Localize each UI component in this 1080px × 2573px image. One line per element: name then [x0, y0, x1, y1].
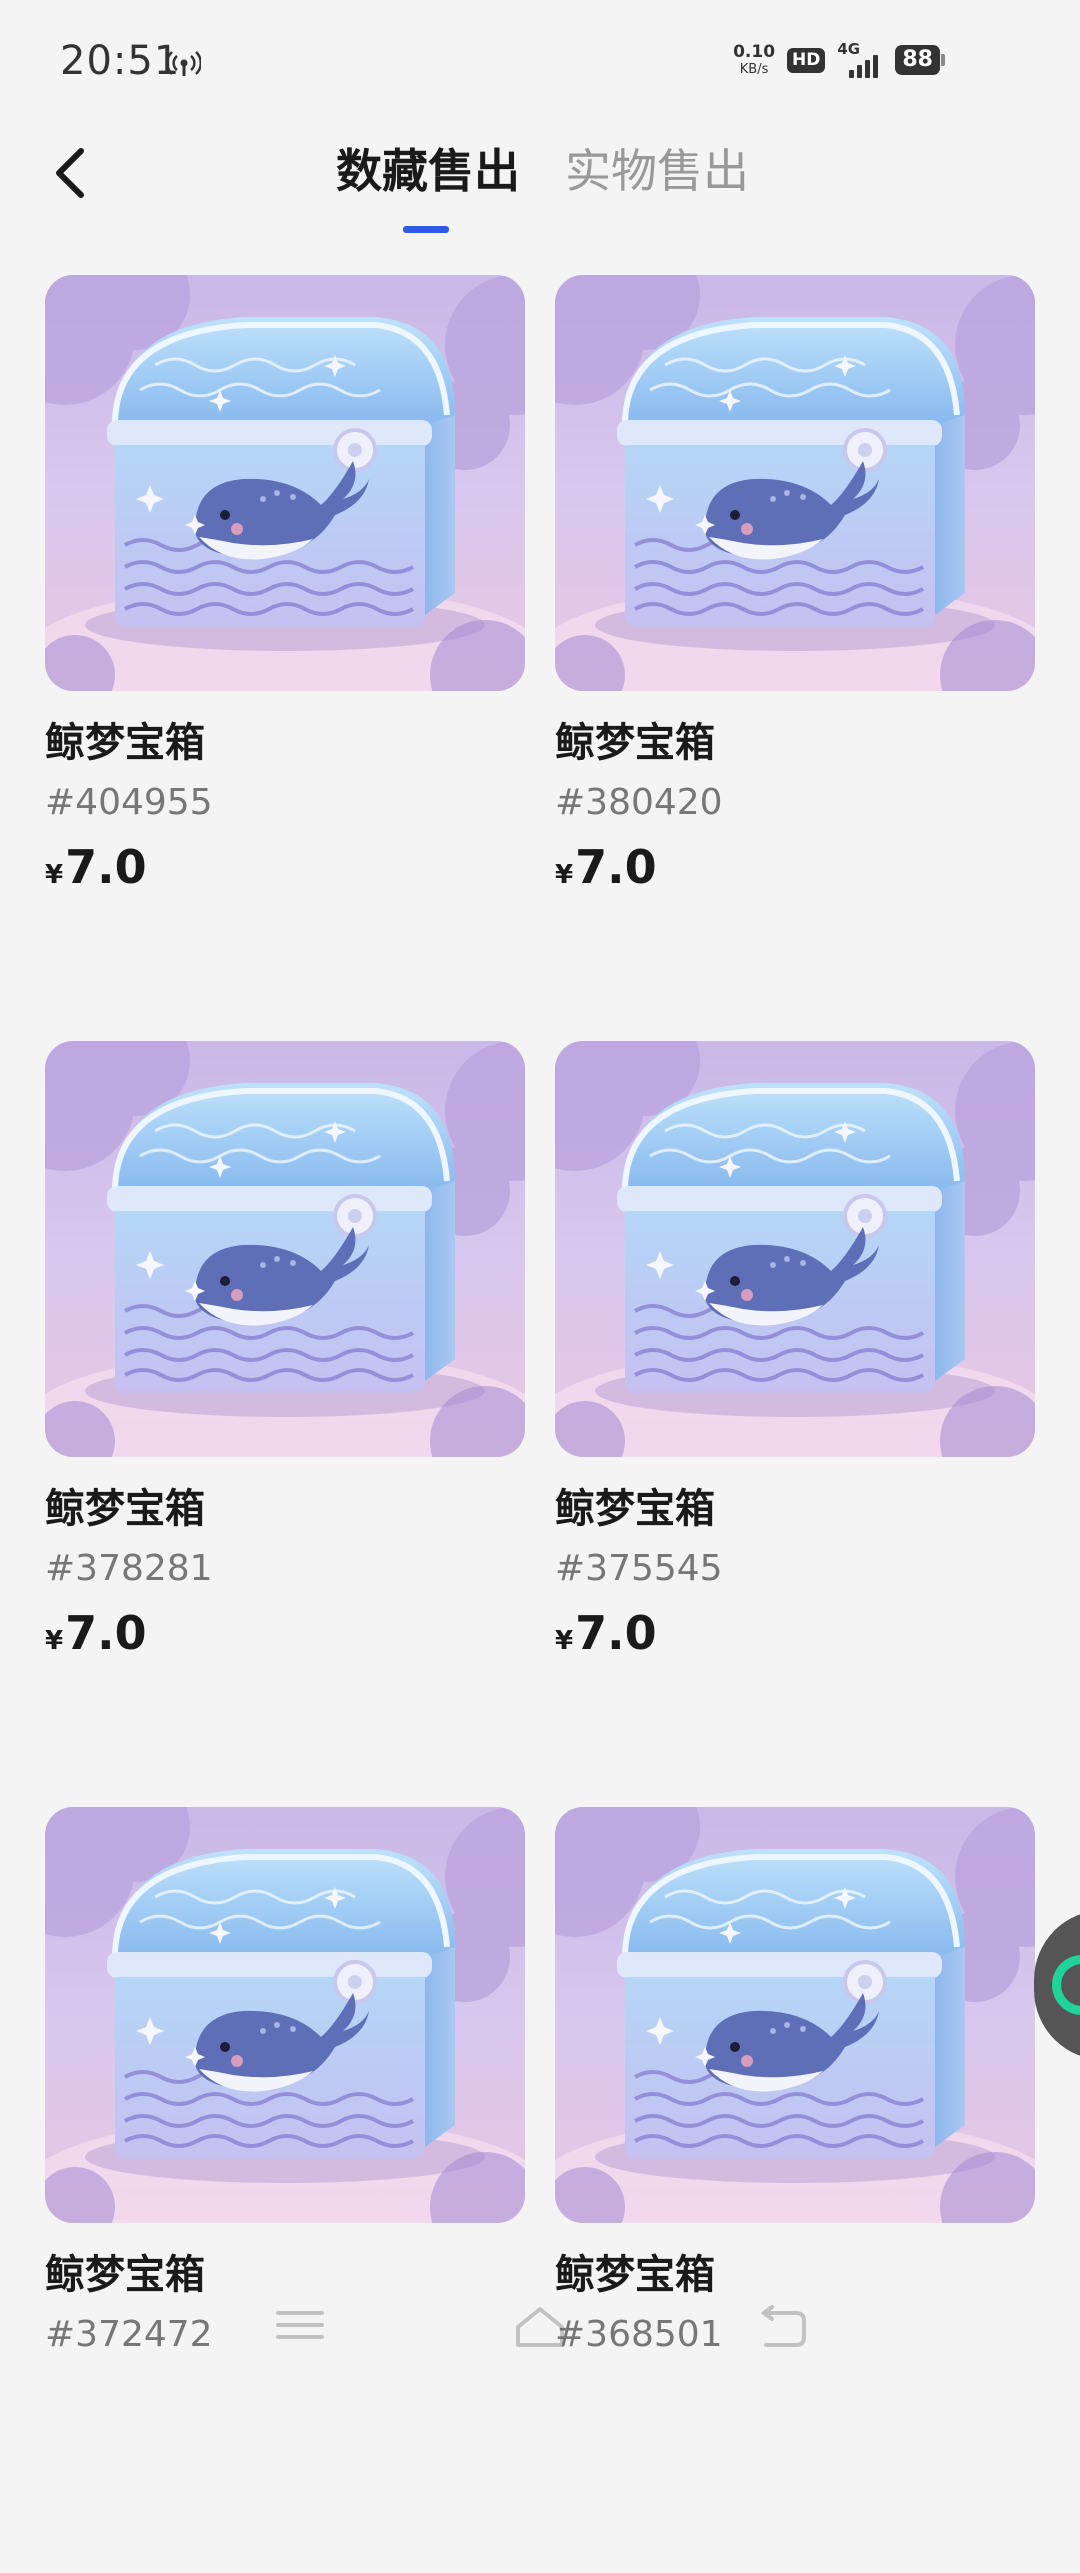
item-card[interactable]: 鲸梦宝箱 #404955 ¥ 7.0 [45, 275, 525, 1041]
active-tab-indicator [403, 226, 449, 233]
item-price: ¥ 7.0 [555, 1610, 1035, 1656]
item-name: 鲸梦宝箱 [555, 2252, 715, 2298]
menu-nav-icon[interactable] [272, 2305, 328, 2345]
item-image [555, 1041, 1035, 1457]
status-time: 20:51 [60, 38, 181, 84]
price-amount: 7.0 [65, 840, 147, 895]
item-price: ¥ 7.0 [45, 1610, 525, 1656]
hd-badge: HD [787, 47, 826, 73]
item-name: 鲸梦宝箱 [555, 720, 715, 766]
item-name: 鲸梦宝箱 [45, 1486, 205, 1532]
price-amount: 7.0 [575, 1606, 657, 1661]
back-nav-icon[interactable] [752, 2305, 808, 2349]
item-serial: #378281 [45, 1548, 213, 1589]
price-amount: 7.0 [65, 1606, 147, 1661]
item-price: ¥ 7.0 [555, 844, 1035, 890]
item-serial: #404955 [45, 782, 213, 823]
status-indicators: 0.10 KB/s HD 4G 88 [733, 40, 945, 78]
item-image [555, 275, 1035, 691]
tab-bar: 数藏售出 实物售出 [0, 140, 1080, 240]
item-name: 鲸梦宝箱 [45, 2252, 205, 2298]
item-card[interactable]: 鲸梦宝箱 #375545 ¥ 7.0 [555, 1041, 1035, 1807]
price-amount: 7.0 [575, 840, 657, 895]
net-speed: 0.10 KB/s [733, 42, 776, 77]
net-speed-unit: KB/s [739, 62, 769, 77]
item-price: ¥ 7.0 [45, 844, 525, 890]
price-currency: ¥ [45, 1626, 64, 1657]
battery-icon: 88 [895, 45, 945, 75]
item-image [45, 1807, 525, 2223]
net-speed-value: 0.10 [733, 42, 776, 62]
item-grid: 鲸梦宝箱 #404955 ¥ 7.0 鲸梦宝箱 #380420 ¥ 7.0 鲸梦… [45, 275, 1035, 2573]
item-image [45, 275, 525, 691]
tab-digital-sold[interactable]: 数藏售出 [336, 144, 520, 199]
home-nav-icon[interactable] [512, 2305, 568, 2349]
item-card[interactable]: 鲸梦宝箱 #380420 ¥ 7.0 [555, 275, 1035, 1041]
price-currency: ¥ [555, 1626, 574, 1657]
item-image [45, 1041, 525, 1457]
item-image [555, 1807, 1035, 2223]
battery-level: 88 [895, 45, 940, 75]
item-name: 鲸梦宝箱 [555, 1486, 715, 1532]
item-card[interactable]: 鲸梦宝箱 #372472 [45, 1807, 525, 2573]
price-currency: ¥ [45, 860, 64, 891]
status-bar: 20:51 0.10 KB/s HD 4G 88 [0, 0, 1080, 125]
tab-physical-sold[interactable]: 实物售出 [565, 144, 749, 199]
item-serial: #375545 [555, 1548, 723, 1589]
item-card[interactable]: 鲸梦宝箱 #368501 [555, 1807, 1035, 2573]
hotspot-icon [165, 46, 203, 80]
item-card[interactable]: 鲸梦宝箱 #378281 ¥ 7.0 [45, 1041, 525, 1807]
floating-assistant-button[interactable] [1034, 1910, 1080, 2060]
signal-icon: 4G [837, 40, 883, 78]
assistant-icon [1052, 1955, 1080, 2015]
price-currency: ¥ [555, 860, 574, 891]
item-name: 鲸梦宝箱 [45, 720, 205, 766]
item-serial: #380420 [555, 782, 723, 823]
